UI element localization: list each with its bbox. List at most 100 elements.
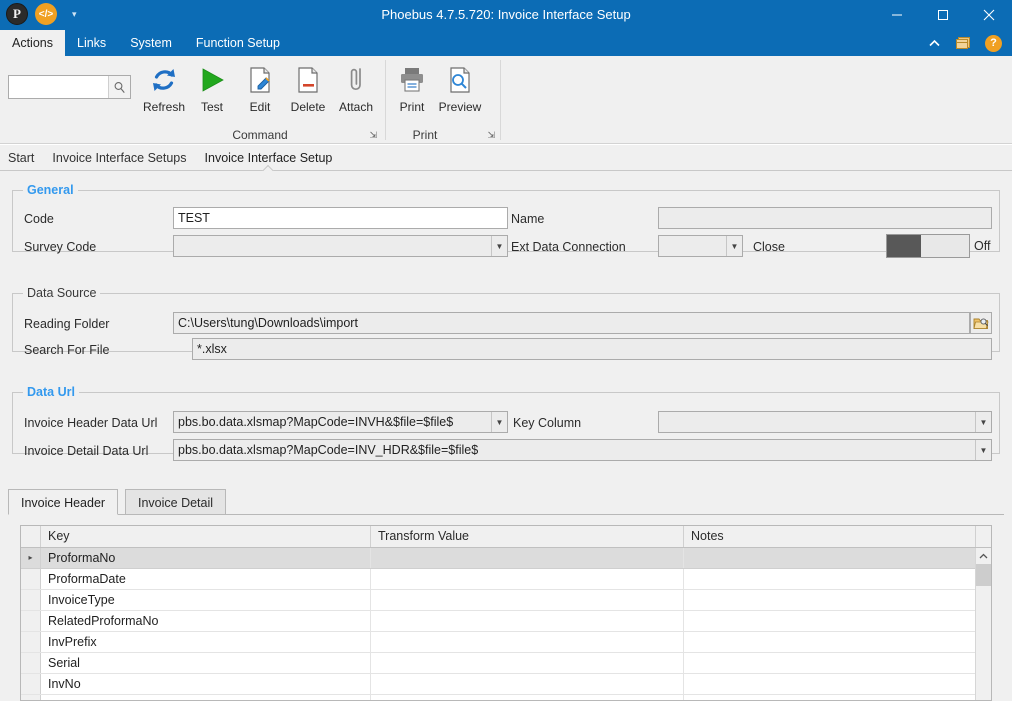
chevron-down-icon[interactable]: ▾ [72, 9, 77, 19]
table-row[interactable] [21, 695, 991, 700]
printer-icon [397, 61, 427, 99]
table-row[interactable]: RelatedProformaNo [21, 611, 991, 632]
preview-button[interactable]: Preview [436, 56, 484, 114]
close-toggle[interactable] [886, 234, 970, 258]
key-column-label: Key Column [513, 416, 582, 430]
scrollbar-thumb[interactable] [976, 564, 991, 586]
phoebus-logo-icon[interactable]: P [6, 3, 28, 25]
delete-button[interactable]: Delete [284, 56, 332, 114]
menu-bar: Actions Links System Function Setup ? [0, 30, 1012, 56]
grid-vertical-scrollbar[interactable] [975, 548, 991, 700]
cell-transform-value[interactable] [371, 653, 684, 673]
cell-notes[interactable] [684, 632, 976, 652]
ext-data-connection-value [659, 236, 726, 256]
application-window: P </> ▾ Phoebus 4.7.5.720: Invoice Inter… [0, 0, 1012, 701]
chevron-down-icon[interactable]: ▼ [491, 412, 507, 432]
detail-tabstrip: Invoice Header Invoice Detail [8, 489, 1004, 515]
tab-links[interactable]: Links [65, 30, 118, 56]
cell-notes[interactable] [684, 674, 976, 694]
code-field[interactable]: TEST [173, 207, 508, 229]
refresh-button[interactable]: Refresh [140, 56, 188, 114]
breadcrumb-active-notch [261, 164, 274, 171]
cell-transform-value[interactable] [371, 674, 684, 694]
tab-system[interactable]: System [118, 30, 184, 56]
data-url-group-caption: Data Url [23, 385, 79, 399]
breadcrumb-invoice-interface-setups[interactable]: Invoice Interface Setups [43, 151, 195, 165]
cell-transform-value[interactable] [371, 611, 684, 631]
collapse-ribbon-icon[interactable] [928, 39, 941, 48]
name-field[interactable] [658, 207, 992, 229]
test-button[interactable]: Test [188, 56, 236, 114]
close-icon[interactable] [966, 0, 1012, 30]
chevron-down-icon[interactable]: ▼ [491, 236, 507, 256]
search-for-file-field[interactable]: *.xlsx [192, 338, 992, 360]
help-icon[interactable]: ? [985, 34, 1002, 52]
cell-notes[interactable] [684, 653, 976, 673]
cell-transform-value[interactable] [371, 632, 684, 652]
print-button[interactable]: Print [388, 56, 436, 114]
grid-header-transform-value[interactable]: Transform Value [371, 526, 684, 547]
cell-transform-value[interactable] [371, 590, 684, 610]
title-bar: P </> ▾ Phoebus 4.7.5.720: Invoice Inter… [0, 0, 1012, 30]
tab-invoice-detail[interactable]: Invoice Detail [125, 489, 227, 515]
cell-notes[interactable] [684, 548, 976, 568]
chevron-up-icon[interactable] [976, 548, 991, 564]
cell-key[interactable]: InvPrefix [41, 632, 371, 652]
breadcrumb-invoice-interface-setup[interactable]: Invoice Interface Setup [196, 151, 342, 165]
search-box[interactable] [8, 75, 131, 99]
ext-data-connection-combo[interactable]: ▼ [658, 235, 743, 257]
chevron-down-icon[interactable]: ▼ [975, 440, 991, 460]
table-row[interactable]: ProformaDate [21, 569, 991, 590]
ext-data-connection-label: Ext Data Connection [511, 240, 626, 254]
print-preview-icon [445, 61, 475, 99]
breadcrumb-start[interactable]: Start [0, 151, 43, 165]
cell-key[interactable]: ProformaDate [41, 569, 371, 589]
tab-invoice-header[interactable]: Invoice Header [8, 489, 119, 515]
tab-function-setup[interactable]: Function Setup [184, 30, 292, 56]
search-icon[interactable] [108, 76, 130, 98]
table-row[interactable]: Serial [21, 653, 991, 674]
cell-transform-value[interactable] [371, 569, 684, 589]
code-icon[interactable]: </> [35, 3, 57, 25]
cell-transform-value[interactable] [371, 548, 684, 568]
cell-key[interactable]: InvNo [41, 674, 371, 694]
ribbon-group-command: Refresh Test Edit Delete Attach Command … [140, 56, 380, 144]
reading-folder-field[interactable]: C:\Users\tung\Downloads\import [173, 312, 970, 334]
attach-button[interactable]: Attach [332, 56, 380, 114]
cell-key[interactable]: InvoiceType [41, 590, 371, 610]
cell-notes[interactable] [684, 569, 976, 589]
chevron-down-icon[interactable]: ▼ [726, 236, 742, 256]
key-column-combo[interactable]: ▼ [658, 411, 992, 433]
cell-key[interactable] [41, 695, 371, 700]
invoice-header-data-url-combo[interactable]: pbs.bo.data.xlsmap?MapCode=INVH&$file=$f… [173, 411, 508, 433]
edit-button[interactable]: Edit [236, 56, 284, 114]
table-row[interactable]: InvPrefix [21, 632, 991, 653]
attach-label: Attach [338, 100, 374, 114]
maximize-icon[interactable] [920, 0, 966, 30]
minimize-icon[interactable] [874, 0, 920, 30]
table-row[interactable]: InvNo [21, 674, 991, 695]
window-title: Phoebus 4.7.5.720: Invoice Interface Set… [381, 7, 631, 22]
cell-notes[interactable] [684, 611, 976, 631]
print-dialog-launcher-icon[interactable]: ⇲ [487, 130, 495, 141]
cell-key[interactable]: Serial [41, 653, 371, 673]
table-row[interactable]: InvoiceType [21, 590, 991, 611]
data-url-group: Data Url Invoice Header Data Url pbs.bo.… [12, 385, 1000, 461]
tab-actions[interactable]: Actions [0, 30, 65, 56]
table-row[interactable]: ▸ ProformaNo [21, 548, 991, 569]
cell-key[interactable]: RelatedProformaNo [41, 611, 371, 631]
cell-notes[interactable] [684, 695, 976, 700]
cell-key[interactable]: ProformaNo [41, 548, 371, 568]
grid-header-notes[interactable]: Notes [684, 526, 976, 547]
folder-browse-icon[interactable] [970, 312, 992, 334]
restore-windows-icon[interactable] [955, 36, 971, 51]
survey-code-combo[interactable]: ▼ [173, 235, 508, 257]
cell-notes[interactable] [684, 590, 976, 610]
search-for-file-label: Search For File [24, 343, 110, 357]
cell-transform-value[interactable] [371, 695, 684, 700]
chevron-down-icon[interactable]: ▼ [975, 412, 991, 432]
search-input[interactable] [9, 76, 108, 98]
mapping-grid: Key Transform Value Notes ▸ ProformaNo P… [20, 525, 992, 701]
invoice-detail-data-url-combo[interactable]: pbs.bo.data.xlsmap?MapCode=INV_HDR&$file… [173, 439, 992, 461]
grid-header-key[interactable]: Key [41, 526, 371, 547]
